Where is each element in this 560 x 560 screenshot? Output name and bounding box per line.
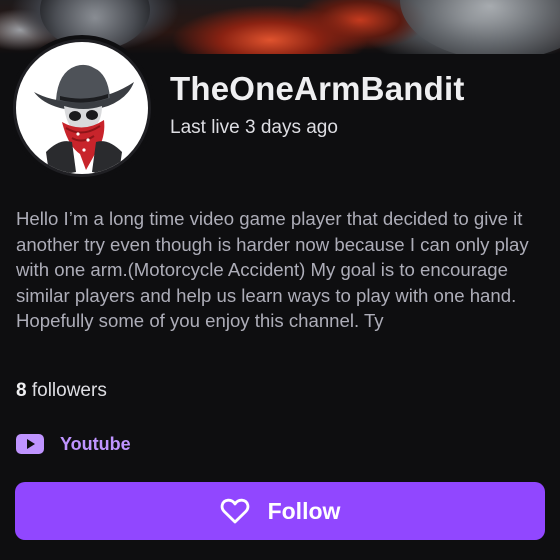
banner-planet-shape (400, 0, 560, 54)
channel-bio: Hello I’m a long time video game player … (16, 208, 529, 331)
youtube-icon (16, 434, 44, 454)
followers-number: 8 (16, 380, 27, 401)
social-link-label: Youtube (60, 433, 131, 454)
last-live-status: Last live 3 days ago (170, 117, 338, 138)
follow-button-label: Follow (267, 497, 341, 524)
heart-icon (220, 497, 250, 525)
followers-count: 8 followers (16, 380, 107, 402)
followers-label: followers (31, 380, 107, 401)
social-link-youtube[interactable]: Youtube (16, 431, 131, 457)
channel-avatar[interactable] (9, 35, 155, 181)
channel-name: TheOneArmBandit (170, 70, 465, 107)
bandit-logo-icon (34, 64, 134, 174)
bandit-logo (13, 39, 151, 177)
follow-button[interactable]: Follow (15, 482, 545, 540)
